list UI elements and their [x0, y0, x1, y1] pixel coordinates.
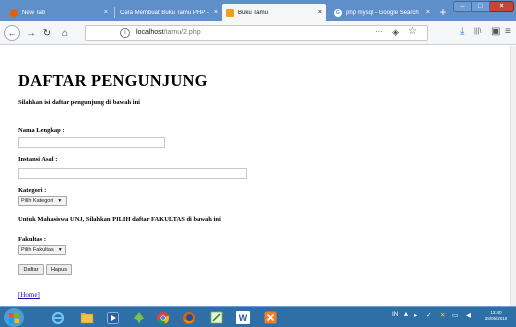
- browser-window: New Tab × Cara Membuat Buku Tamu PHP - S…: [0, 0, 516, 327]
- close-tab-icon[interactable]: ×: [214, 9, 218, 16]
- library-icon[interactable]: |||\: [474, 28, 481, 35]
- tab-google-search[interactable]: G php mysql - Google Search ×: [330, 4, 434, 21]
- start-button[interactable]: [4, 308, 24, 327]
- close-window-button[interactable]: ×: [490, 1, 514, 12]
- info-icon[interactable]: i: [120, 28, 130, 38]
- tab-cara-membuat[interactable]: Cara Membuat Buku Tamu PHP - S ×: [116, 4, 222, 21]
- tab-divider: [114, 7, 115, 18]
- daftar-button[interactable]: Daftar: [18, 264, 44, 275]
- page-title: DAFTAR PENGUNJUNG: [18, 71, 208, 90]
- pocket-icon[interactable]: ◈: [392, 27, 399, 38]
- instansi-asal-label: Instansi Asal :: [18, 156, 58, 163]
- chevron-down-icon: ▼: [57, 247, 63, 253]
- menu-icon[interactable]: ≡: [505, 26, 511, 37]
- instansi-asal-input[interactable]: [18, 168, 247, 179]
- word-icon[interactable]: W: [232, 309, 254, 326]
- page-subtitle: Silahkan isi daftar pengunjung di bawah …: [18, 99, 140, 106]
- windows-logo-icon: [9, 312, 19, 323]
- volume-icon[interactable]: ◀: [466, 311, 471, 319]
- app-icon[interactable]: [130, 309, 148, 326]
- navigation-bar: ← → ↻ ⌂ i localhost/tamu/2.php ··· ◈ ☆ ⤓…: [0, 21, 516, 45]
- fakultas-selected-value: Pilih Fakultas: [21, 247, 54, 253]
- reload-button[interactable]: ↻: [40, 26, 54, 40]
- power-icon[interactable]: ▭: [452, 311, 458, 319]
- svg-text:W: W: [239, 313, 248, 323]
- home-button[interactable]: ⌂: [58, 26, 72, 40]
- download-icon[interactable]: ⤓: [460, 26, 464, 37]
- buku-tamu-icon: [226, 8, 234, 17]
- nama-lengkap-input[interactable]: [18, 137, 165, 148]
- close-tab-icon[interactable]: ×: [318, 9, 322, 16]
- kategori-label: Kategori :: [18, 187, 47, 194]
- forward-button[interactable]: →: [24, 26, 38, 40]
- google-icon: G: [334, 8, 342, 17]
- clock-date: 28/05/2018: [484, 316, 508, 321]
- unj-note: Untuk Mahasiswa UNJ, Silahkan PILIH daft…: [18, 216, 221, 223]
- minimize-button[interactable]: –: [453, 1, 472, 12]
- security-icon[interactable]: ✓: [426, 311, 431, 319]
- network-icon[interactable]: ✕: [440, 311, 445, 319]
- tab-new-tab[interactable]: New Tab ×: [6, 4, 112, 21]
- xampp-icon[interactable]: [260, 309, 280, 326]
- firefox-taskbar-icon[interactable]: [178, 309, 200, 326]
- url-host: localhost: [136, 29, 164, 36]
- firefox-icon: [10, 8, 18, 17]
- tab-label: php mysql - Google Search: [346, 9, 419, 16]
- tab-label: Cara Membuat Buku Tamu PHP - S: [120, 9, 211, 16]
- back-button[interactable]: ←: [4, 25, 20, 41]
- window-controls: – □ ×: [453, 1, 514, 12]
- address-bar[interactable]: i localhost/tamu/2.php ··· ◈ ☆: [85, 25, 428, 41]
- fakultas-label: Fakultas :: [18, 236, 46, 243]
- tab-label: New Tab: [22, 9, 46, 16]
- taskbar: W IN ▴ ▸ ✓ ✕ ▭ ◀ 13:40 28/05/2018: [0, 306, 516, 327]
- sidebar-icon[interactable]: ▣: [491, 26, 500, 37]
- new-tab-button[interactable]: +: [436, 5, 450, 19]
- media-player-icon[interactable]: [104, 309, 122, 326]
- hapus-button[interactable]: Hapus: [46, 264, 72, 275]
- page-actions-icon[interactable]: ···: [375, 27, 383, 36]
- close-tab-icon[interactable]: ×: [104, 9, 108, 16]
- nama-lengkap-label: Nama Lengkap :: [18, 127, 65, 134]
- kategori-selected-value: Pilih Kategori: [21, 198, 54, 204]
- chevron-down-icon: ▼: [57, 198, 63, 204]
- input-language-indicator[interactable]: IN: [392, 311, 399, 318]
- fakultas-select[interactable]: Pilih Fakultas ▼: [18, 245, 66, 255]
- url-path: /tamu/2.php: [163, 29, 201, 36]
- close-tab-icon[interactable]: ×: [426, 9, 430, 16]
- bookmark-star-icon[interactable]: ☆: [408, 26, 417, 37]
- file-explorer-icon[interactable]: [78, 309, 96, 326]
- page-content: DAFTAR PENGUNJUNG Silahkan isi daftar pe…: [0, 46, 510, 306]
- taskbar-clock[interactable]: 13:40 28/05/2018: [480, 310, 512, 322]
- url-text: localhost/tamu/2.php: [136, 29, 201, 36]
- maximize-button[interactable]: □: [472, 1, 490, 12]
- home-link[interactable]: [Home]: [18, 291, 40, 299]
- tab-strip: New Tab × Cara Membuat Buku Tamu PHP - S…: [0, 0, 516, 21]
- internet-explorer-icon[interactable]: [48, 309, 68, 326]
- chrome-icon[interactable]: [154, 309, 172, 326]
- flag-icon[interactable]: ▸: [414, 311, 417, 319]
- tab-label: Buku Tamu: [238, 9, 268, 16]
- show-hidden-icons[interactable]: ▴: [404, 309, 408, 318]
- vertical-scrollbar[interactable]: [510, 46, 516, 306]
- notepad-plus-icon[interactable]: [206, 309, 226, 326]
- tab-buku-tamu[interactable]: Buku Tamu ×: [222, 4, 326, 21]
- kategori-select[interactable]: Pilih Kategori ▼: [18, 196, 67, 206]
